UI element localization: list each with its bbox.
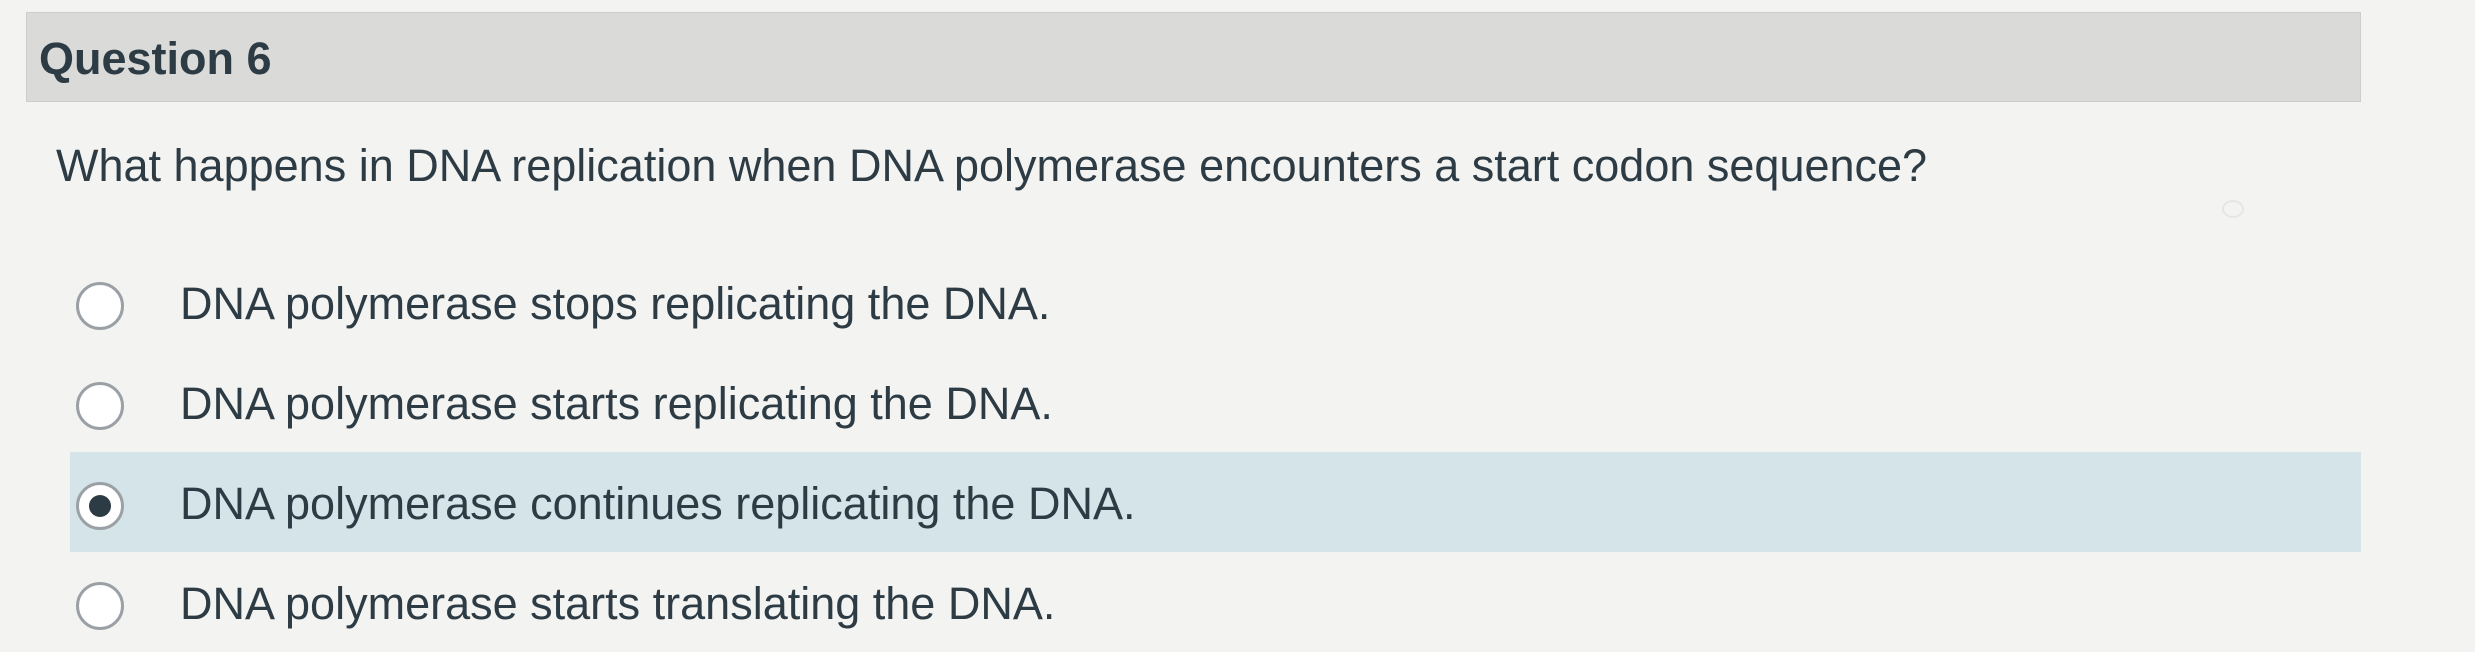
radio-button[interactable] (76, 382, 124, 430)
question-header: Question 6 (26, 12, 2361, 102)
radio-button[interactable] (76, 582, 124, 630)
answer-option[interactable]: DNA polymerase stops replicating the DNA… (70, 252, 2361, 352)
answer-option[interactable]: DNA polymerase starts translating the DN… (70, 552, 2361, 652)
answer-label[interactable]: DNA polymerase starts replicating the DN… (180, 378, 1053, 430)
answer-label[interactable]: DNA polymerase continues replicating the… (180, 478, 1135, 530)
radio-selected-dot (89, 495, 111, 517)
question-card: Question 6 What happens in DNA replicati… (26, 12, 2361, 648)
answer-option[interactable]: DNA polymerase starts replicating the DN… (70, 352, 2361, 452)
answer-list: DNA polymerase stops replicating the DNA… (70, 252, 2361, 652)
question-title: Question 6 (39, 33, 272, 84)
question-text: What happens in DNA replication when DNA… (56, 140, 1928, 191)
faint-circle-mark (2222, 200, 2244, 218)
answer-label[interactable]: DNA polymerase starts translating the DN… (180, 578, 1055, 630)
radio-button-selected[interactable] (76, 482, 124, 530)
radio-button[interactable] (76, 282, 124, 330)
answer-label[interactable]: DNA polymerase stops replicating the DNA… (180, 278, 1050, 330)
answer-option-selected[interactable]: DNA polymerase continues replicating the… (70, 452, 2361, 552)
